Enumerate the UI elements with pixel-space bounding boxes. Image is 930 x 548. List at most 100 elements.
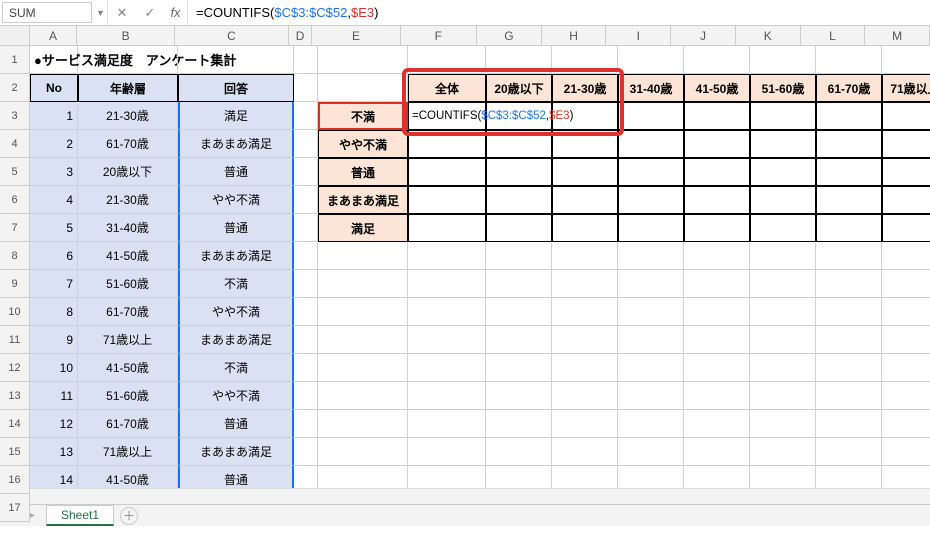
cell[interactable]: [618, 298, 684, 326]
cell[interactable]: 普通: [178, 158, 294, 186]
cell[interactable]: [294, 186, 318, 214]
cell[interactable]: [318, 354, 408, 382]
column-header[interactable]: L: [801, 26, 866, 46]
cell[interactable]: 2: [30, 130, 78, 158]
cell[interactable]: 20歳以下: [486, 74, 552, 102]
cell[interactable]: [294, 74, 318, 102]
cell[interactable]: 6: [30, 242, 78, 270]
cell[interactable]: [684, 270, 750, 298]
cell[interactable]: 年齢層: [78, 74, 178, 102]
select-all-corner[interactable]: [0, 26, 30, 46]
cell[interactable]: [486, 382, 552, 410]
cell[interactable]: [486, 298, 552, 326]
cell[interactable]: 21-30歳: [78, 102, 178, 130]
cell[interactable]: 41-50歳: [78, 354, 178, 382]
cell[interactable]: [684, 158, 750, 186]
cell[interactable]: [882, 130, 930, 158]
cell[interactable]: [408, 270, 486, 298]
cell[interactable]: [750, 130, 816, 158]
cell[interactable]: [684, 214, 750, 242]
cell[interactable]: [318, 326, 408, 354]
cell[interactable]: [684, 46, 750, 74]
cell[interactable]: [486, 214, 552, 242]
cell[interactable]: [684, 438, 750, 466]
column-header[interactable]: A: [30, 26, 77, 46]
cell[interactable]: [684, 354, 750, 382]
row-header[interactable]: 7: [0, 214, 30, 242]
row-header[interactable]: 3: [0, 102, 30, 130]
cell[interactable]: 8: [30, 298, 78, 326]
cell[interactable]: やや不満: [178, 382, 294, 410]
cell[interactable]: [882, 242, 930, 270]
cell[interactable]: [552, 326, 618, 354]
cell[interactable]: 61-70歳: [816, 74, 882, 102]
cell[interactable]: 普通: [178, 410, 294, 438]
cell[interactable]: 12: [30, 410, 78, 438]
cell[interactable]: 10: [30, 354, 78, 382]
cancel-icon[interactable]: ✕: [108, 0, 136, 25]
fx-icon[interactable]: fx: [164, 0, 188, 25]
cell[interactable]: [750, 158, 816, 186]
cell[interactable]: [882, 382, 930, 410]
cell[interactable]: 51-60歳: [750, 74, 816, 102]
formula-input[interactable]: =COUNTIFS($C$3:$C$52,$E3): [188, 0, 930, 25]
column-header[interactable]: D: [289, 26, 313, 46]
cell[interactable]: [318, 270, 408, 298]
cell[interactable]: 不満: [178, 354, 294, 382]
cell[interactable]: 61-70歳: [78, 130, 178, 158]
cell[interactable]: [750, 46, 816, 74]
cell[interactable]: [552, 354, 618, 382]
cell[interactable]: [618, 270, 684, 298]
row-header[interactable]: 16: [0, 466, 30, 494]
cell[interactable]: [750, 354, 816, 382]
cell[interactable]: [816, 410, 882, 438]
row-header[interactable]: 8: [0, 242, 30, 270]
cell[interactable]: 71歳以上: [78, 438, 178, 466]
cell[interactable]: [750, 214, 816, 242]
cell[interactable]: 不満: [178, 270, 294, 298]
cell[interactable]: 51-60歳: [78, 382, 178, 410]
cell[interactable]: 4: [30, 186, 78, 214]
row-header[interactable]: 14: [0, 410, 30, 438]
cell[interactable]: まあまあ満足: [178, 130, 294, 158]
cell[interactable]: [318, 382, 408, 410]
cell[interactable]: [618, 382, 684, 410]
cell[interactable]: [816, 102, 882, 130]
column-header[interactable]: J: [671, 26, 736, 46]
cell[interactable]: [486, 326, 552, 354]
cell[interactable]: [318, 438, 408, 466]
cell[interactable]: [294, 438, 318, 466]
column-header[interactable]: M: [865, 26, 930, 46]
cell[interactable]: 5: [30, 214, 78, 242]
cell[interactable]: [486, 186, 552, 214]
cell[interactable]: [318, 410, 408, 438]
cell[interactable]: ●サービス満足度 アンケート集計: [30, 46, 78, 74]
cell[interactable]: [816, 186, 882, 214]
cell[interactable]: [618, 354, 684, 382]
cell[interactable]: [882, 102, 930, 130]
cell[interactable]: [882, 298, 930, 326]
cell[interactable]: [816, 298, 882, 326]
cell[interactable]: 満足: [318, 214, 408, 242]
cell[interactable]: 9: [30, 326, 78, 354]
cell[interactable]: 41-50歳: [78, 242, 178, 270]
cell[interactable]: [486, 242, 552, 270]
cell[interactable]: 13: [30, 438, 78, 466]
cell[interactable]: 71歳以上: [882, 74, 930, 102]
cell[interactable]: 3: [30, 158, 78, 186]
cell[interactable]: 1: [30, 102, 78, 130]
cell[interactable]: [684, 186, 750, 214]
column-header[interactable]: E: [312, 26, 400, 46]
cell[interactable]: [486, 410, 552, 438]
cell[interactable]: [618, 102, 684, 130]
row-header[interactable]: 10: [0, 298, 30, 326]
cell[interactable]: [552, 130, 618, 158]
cell[interactable]: [552, 382, 618, 410]
cell[interactable]: [684, 102, 750, 130]
cell[interactable]: [750, 438, 816, 466]
cell[interactable]: まあまあ満足: [178, 326, 294, 354]
cell[interactable]: [750, 298, 816, 326]
sheet-tab[interactable]: Sheet1: [46, 505, 114, 526]
cell[interactable]: [618, 410, 684, 438]
cell[interactable]: [486, 438, 552, 466]
